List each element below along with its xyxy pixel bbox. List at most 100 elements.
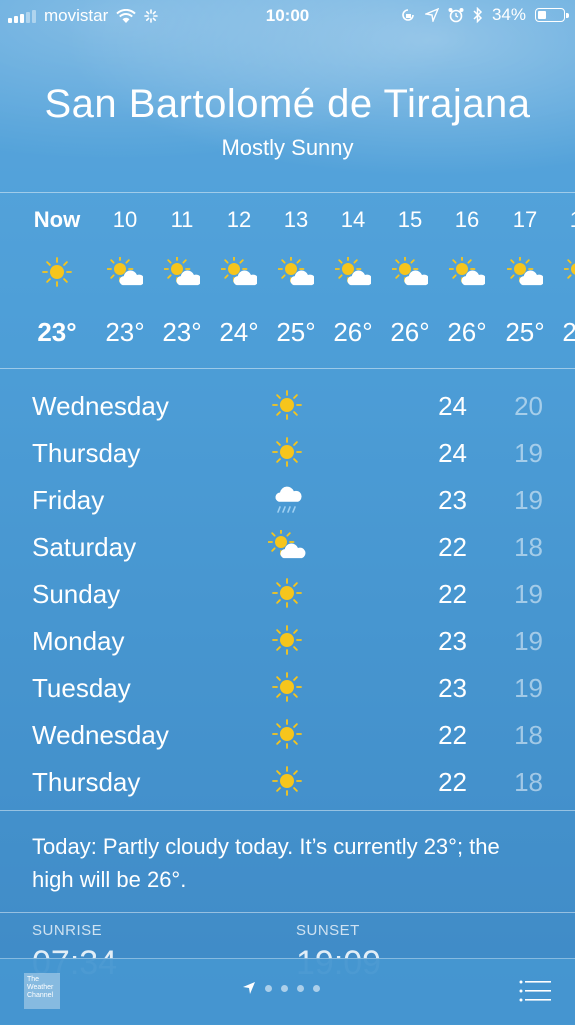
hour-icon xyxy=(277,255,316,287)
daily-row: Wednesday 22 18 xyxy=(0,712,575,759)
day-high: 23 xyxy=(438,673,467,703)
partly-cloudy-icon xyxy=(563,259,575,279)
page-dot xyxy=(313,984,320,992)
page-dot xyxy=(265,984,272,992)
day-icon xyxy=(268,765,306,797)
day-high: 23 xyxy=(438,485,467,515)
daily-row: Sunday 22 19 xyxy=(0,571,575,618)
hour-temp: 26° xyxy=(447,317,487,347)
day-high: 22 xyxy=(438,579,467,609)
today-summary: Today: Partly cloudy today. It’s current… xyxy=(32,834,500,892)
day-low: 19 xyxy=(514,673,543,703)
rain-cloud-icon xyxy=(275,486,302,513)
hour-temp: 25° xyxy=(505,317,545,347)
day-icon xyxy=(268,436,306,468)
battery-percent: 34% xyxy=(491,5,526,24)
hour-icon xyxy=(448,255,487,287)
daily-row: Wednesday 24 20 xyxy=(0,383,575,430)
partly-cloudy-icon xyxy=(334,255,373,286)
bottom-toolbar: The Weather Channel xyxy=(0,958,575,1025)
day-low: 18 xyxy=(514,532,543,562)
sun-icon xyxy=(272,719,302,749)
partly-cloudy-icon xyxy=(220,255,259,286)
day-high: 23 xyxy=(438,626,467,656)
divider xyxy=(0,810,575,811)
partly-cloudy-icon xyxy=(277,255,316,286)
day-high: 24 xyxy=(438,391,467,421)
day-name: Monday xyxy=(32,626,125,656)
alarm-icon xyxy=(448,8,464,23)
day-low: 18 xyxy=(514,767,543,797)
daily-row: Monday 23 19 xyxy=(0,618,575,665)
day-icon xyxy=(268,671,306,703)
battery-icon xyxy=(535,8,569,22)
day-high: 24 xyxy=(438,438,467,468)
location-arrow-icon xyxy=(243,982,255,994)
day-icon xyxy=(268,577,306,609)
hour-temp: 26° xyxy=(333,317,373,347)
hour-icon xyxy=(506,255,545,287)
daily-row: Saturday 22 18 xyxy=(0,524,575,571)
day-icon xyxy=(268,624,306,656)
day-low: 19 xyxy=(514,579,543,609)
day-name: Wednesday xyxy=(32,720,169,750)
bluetooth-icon xyxy=(473,7,483,23)
hour-temp: 23° xyxy=(37,317,77,347)
daily-row: Tuesday 23 19 xyxy=(0,665,575,712)
orientation-lock-icon xyxy=(402,9,414,21)
hour-temp: 26° xyxy=(390,317,430,347)
hourly-forecast[interactable]: Now 23° 10 23° 11 23° 12 24° 13 25° 14 26° 15 … xyxy=(0,195,575,367)
divider xyxy=(0,192,575,193)
day-low: 19 xyxy=(514,438,543,468)
sunset-label: SUNSET xyxy=(296,922,360,939)
day-high: 22 xyxy=(438,532,467,562)
sun-icon xyxy=(272,390,302,420)
hour-temp: 25° xyxy=(562,317,575,347)
hour-label: Now xyxy=(33,207,81,232)
day-low: 18 xyxy=(514,720,543,750)
status-bar: movistar 10:00 34% xyxy=(0,0,575,32)
day-name: Thursday xyxy=(32,438,141,468)
day-low: 19 xyxy=(514,485,543,515)
day-high: 22 xyxy=(438,767,467,797)
divider xyxy=(0,368,575,369)
hour-label: 17 xyxy=(512,207,538,232)
page-dot xyxy=(281,984,288,992)
partly-cloudy-icon xyxy=(506,255,545,286)
hour-label: 12 xyxy=(226,207,252,232)
day-name: Friday xyxy=(32,485,105,515)
hour-icon xyxy=(391,255,430,287)
weather-channel-logo[interactable]: The Weather Channel xyxy=(24,973,60,1009)
day-name: Sunday xyxy=(32,579,121,609)
sun-icon xyxy=(272,437,302,467)
day-icon xyxy=(267,528,306,562)
page-indicator[interactable] xyxy=(242,981,320,995)
daily-row: Thursday 22 18 xyxy=(0,759,575,806)
list-icon[interactable] xyxy=(519,979,551,1003)
sun-icon xyxy=(272,578,302,608)
partly-cloudy-icon xyxy=(106,255,145,286)
partly-cloudy-icon xyxy=(163,255,202,286)
hour-temp: 23° xyxy=(162,317,202,347)
hour-label: 10 xyxy=(112,207,138,232)
day-name: Tuesday xyxy=(32,673,131,703)
city-name: San Bartolomé de Tirajana xyxy=(44,82,531,126)
hour-temp: 23° xyxy=(105,317,145,347)
day-high: 22 xyxy=(438,720,467,750)
day-icon xyxy=(268,389,306,421)
partly-cloudy-icon xyxy=(391,255,430,286)
day-icon xyxy=(268,483,306,515)
hour-label: 14 xyxy=(340,207,366,232)
sunrise-label: SUNRISE xyxy=(32,922,103,939)
hour-icon xyxy=(563,257,575,287)
hour-label: 15 xyxy=(397,207,423,232)
divider xyxy=(0,912,575,913)
day-name: Saturday xyxy=(32,532,137,562)
hour-icon xyxy=(106,255,145,287)
hour-label: 16 xyxy=(454,207,480,232)
hour-temp: 25° xyxy=(276,317,316,347)
day-name: Thursday xyxy=(32,767,141,797)
sun-icon xyxy=(272,766,302,796)
daily-row: Thursday 24 19 xyxy=(0,430,575,477)
day-icon xyxy=(268,718,306,750)
